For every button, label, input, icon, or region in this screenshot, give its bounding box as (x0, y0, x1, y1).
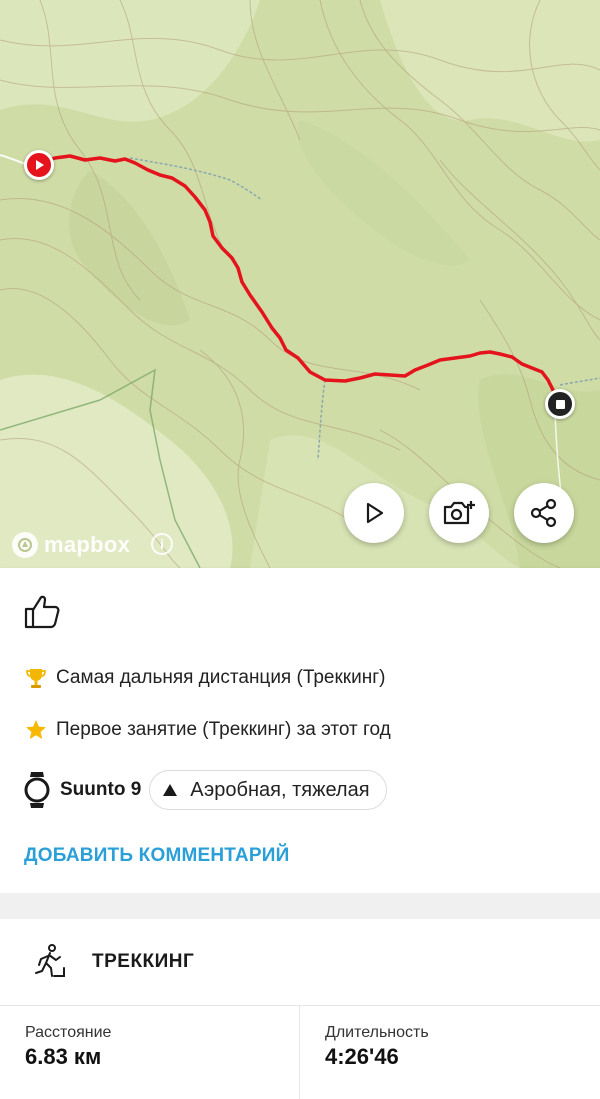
mapbox-attribution-text: mapbox (44, 532, 131, 557)
add-photo-button[interactable] (429, 483, 489, 543)
device-name: Suunto 9 (60, 779, 142, 800)
mapbox-mark-icon (12, 532, 38, 558)
like-button[interactable] (22, 592, 62, 632)
route-map[interactable]: mapbox i (0, 0, 600, 568)
map-info-icon[interactable]: i (151, 533, 173, 555)
training-effect-tag[interactable]: Аэробная, тяжелая (149, 770, 387, 810)
route-end-marker[interactable] (545, 389, 575, 419)
stat-label: Длительность (325, 1024, 429, 1041)
activity-summary-card: Самая дальняя дистанция (Треккинг) Перво… (0, 568, 600, 893)
start-play-icon (36, 160, 44, 170)
mapbox-logo[interactable]: mapbox (12, 530, 130, 560)
device-row: Suunto 9 Аэробная, тяжелая (24, 769, 387, 811)
training-effect-label: Аэробная, тяжелая (190, 778, 370, 801)
triangle-up-icon (163, 784, 178, 796)
stat-duration: Длительность 4:26'46 (300, 1006, 600, 1099)
stat-distance: Расстояние 6.83 км (0, 1006, 300, 1099)
achievement-text: Первое занятие (Треккинг) за этот год (56, 719, 391, 740)
section-divider (0, 893, 600, 919)
thumbs-up-icon (24, 595, 60, 629)
share-button[interactable] (514, 483, 574, 543)
star-icon (26, 720, 46, 739)
route-start-marker[interactable] (24, 150, 54, 180)
stat-label: Расстояние (25, 1024, 112, 1041)
achievement-first-of-year: Первое занятие (Треккинг) за этот год (24, 718, 391, 742)
end-stop-icon (555, 399, 565, 409)
terrain-background (0, 0, 600, 568)
trophy-icon (26, 669, 46, 688)
hiking-icon (35, 944, 65, 977)
play-icon (366, 502, 384, 524)
stat-value: 4:26'46 (325, 1044, 399, 1069)
activity-type-header: ТРЕККИНГ (0, 919, 600, 1006)
stat-value: 6.83 км (25, 1044, 102, 1069)
share-icon (530, 498, 557, 528)
add-comment-button[interactable]: ДОБАВИТЬ КОММЕНТАРИЙ (24, 845, 289, 867)
replay-route-button[interactable] (344, 483, 404, 543)
watch-icon (24, 772, 50, 808)
achievement-longest-distance: Самая дальняя дистанция (Треккинг) (24, 666, 386, 690)
camera-add-icon (443, 501, 475, 525)
achievement-text: Самая дальняя дистанция (Треккинг) (56, 667, 386, 688)
activity-title: ТРЕККИНГ (92, 951, 195, 972)
